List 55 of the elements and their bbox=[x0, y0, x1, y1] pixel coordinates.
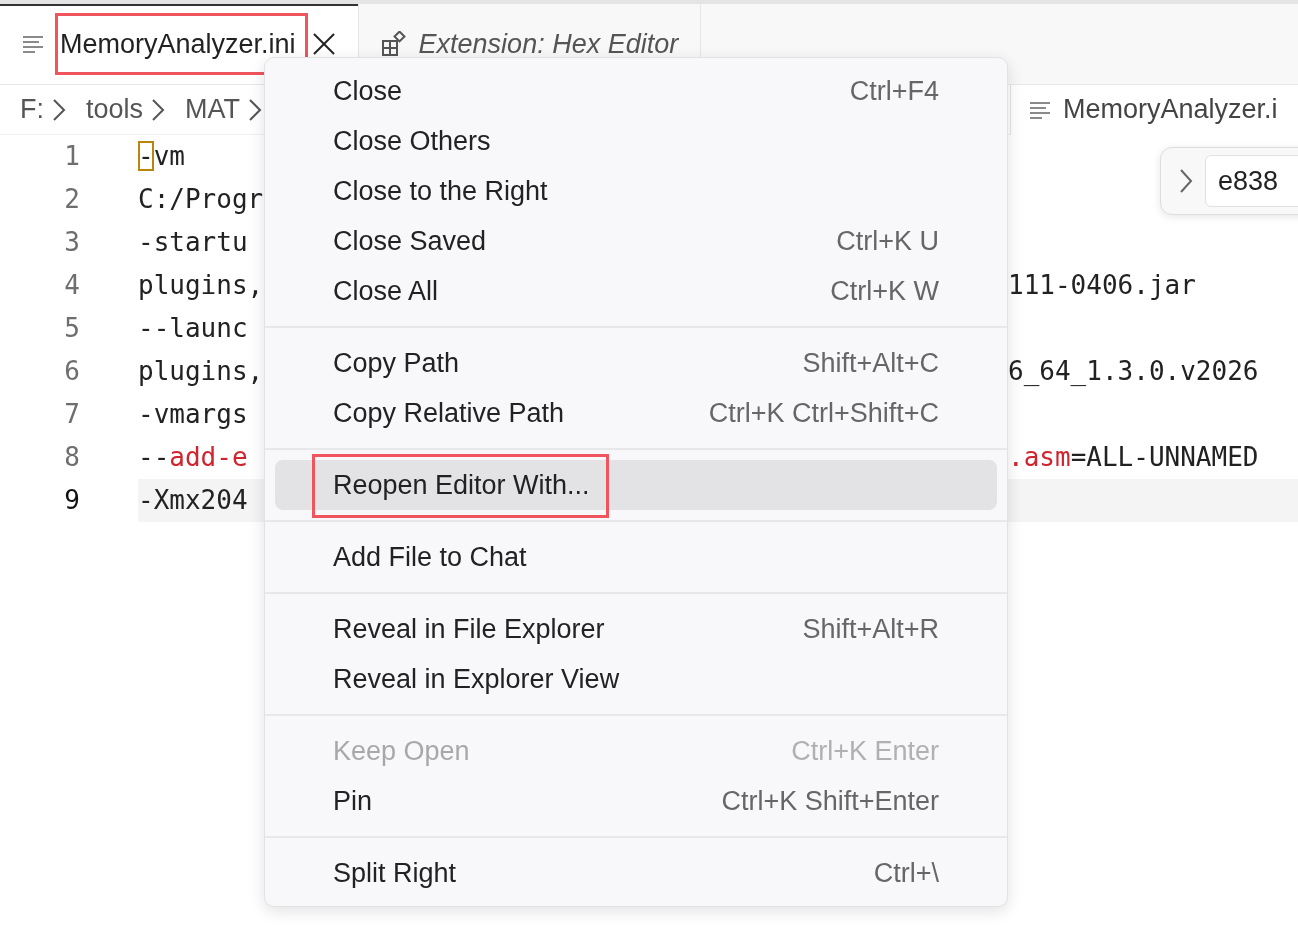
lines-icon bbox=[1029, 100, 1051, 119]
shortcut-text: Shift+Alt+C bbox=[802, 346, 939, 380]
menu-item[interactable]: Close Others bbox=[275, 116, 997, 166]
shortcut-text: Shift+Alt+R bbox=[802, 612, 939, 646]
menu-item[interactable]: Add File to Chat bbox=[275, 532, 997, 582]
shortcut-text: Ctrl+K W bbox=[830, 274, 939, 308]
chevron-right-icon bbox=[151, 97, 166, 122]
code-text: --launc bbox=[138, 313, 248, 343]
menu-item[interactable]: Split Right Ctrl+\ bbox=[275, 848, 997, 898]
editor-tab[interactable]: MemoryAnalyzer.i bbox=[1010, 84, 1298, 135]
code-text: C:/Progr bbox=[138, 184, 264, 214]
shortcut-text: Ctrl+K Enter bbox=[791, 734, 939, 768]
menu-item[interactable]: Pin Ctrl+K Shift+Enter bbox=[275, 776, 997, 826]
line-number: 9 bbox=[63, 484, 81, 517]
chevron-right-icon bbox=[248, 97, 263, 122]
line-number: 5 bbox=[63, 312, 81, 345]
code-text: 111-0406.jar bbox=[1008, 270, 1196, 300]
menu-item[interactable]: Close Saved Ctrl+K U bbox=[275, 216, 997, 266]
chevron-right-icon bbox=[1179, 168, 1193, 194]
code-text: -Xmx204 bbox=[138, 485, 248, 515]
code-text: -startu bbox=[138, 227, 248, 257]
shortcut-text: Ctrl+K U bbox=[836, 224, 939, 258]
search-field[interactable]: e838 bbox=[1205, 155, 1298, 207]
line-number: 8 bbox=[63, 441, 81, 474]
shortcut-text: Ctrl+F4 bbox=[849, 74, 939, 108]
code-text: -vmargs bbox=[138, 399, 248, 429]
breadcrumb-item[interactable]: MAT bbox=[185, 89, 241, 130]
extension-icon bbox=[380, 31, 407, 57]
chevron-right-icon bbox=[52, 97, 66, 122]
menu-item[interactable]: Reopen Editor With... bbox=[275, 460, 997, 510]
shortcut-text: Ctrl+K Shift+Enter bbox=[721, 784, 939, 818]
menu-item[interactable]: Copy Path Shift+Alt+C bbox=[275, 338, 997, 388]
code-text: 6_64_1.3.0.v2026 bbox=[1008, 356, 1259, 386]
line-number: 6 bbox=[63, 355, 81, 388]
line-number: 1 bbox=[63, 140, 81, 173]
lines-icon bbox=[22, 35, 44, 53]
menu-item[interactable]: Close All Ctrl+K W bbox=[275, 266, 997, 316]
breadcrumb-item[interactable]: tools bbox=[86, 89, 144, 130]
code-text: plugins, bbox=[138, 356, 264, 386]
breadcrumb-item[interactable]: F: bbox=[20, 89, 44, 130]
menu-item[interactable]: Close to the Right bbox=[275, 166, 997, 216]
line-number: 4 bbox=[63, 269, 81, 302]
menu-item[interactable]: Copy Relative Path Ctrl+K Ctrl+Shift+C bbox=[275, 388, 997, 438]
line-number: 3 bbox=[63, 226, 81, 259]
code-text: plugins, bbox=[138, 270, 264, 300]
code-text: -vm bbox=[138, 141, 185, 171]
menu-item[interactable]: Reveal in Explorer View bbox=[275, 654, 997, 704]
menu-item[interactable]: Reveal in File Explorer Shift+Alt+R bbox=[275, 604, 997, 654]
line-number: 2 bbox=[63, 183, 81, 216]
code-text: --add-e bbox=[138, 442, 248, 472]
code-text: .asm=ALL-UNNAMED bbox=[1008, 442, 1259, 472]
shortcut-text: Ctrl+K Ctrl+Shift+C bbox=[708, 396, 939, 430]
close-icon bbox=[311, 32, 336, 56]
shortcut-text: Ctrl+\ bbox=[873, 856, 939, 890]
line-number: 7 bbox=[63, 398, 81, 431]
